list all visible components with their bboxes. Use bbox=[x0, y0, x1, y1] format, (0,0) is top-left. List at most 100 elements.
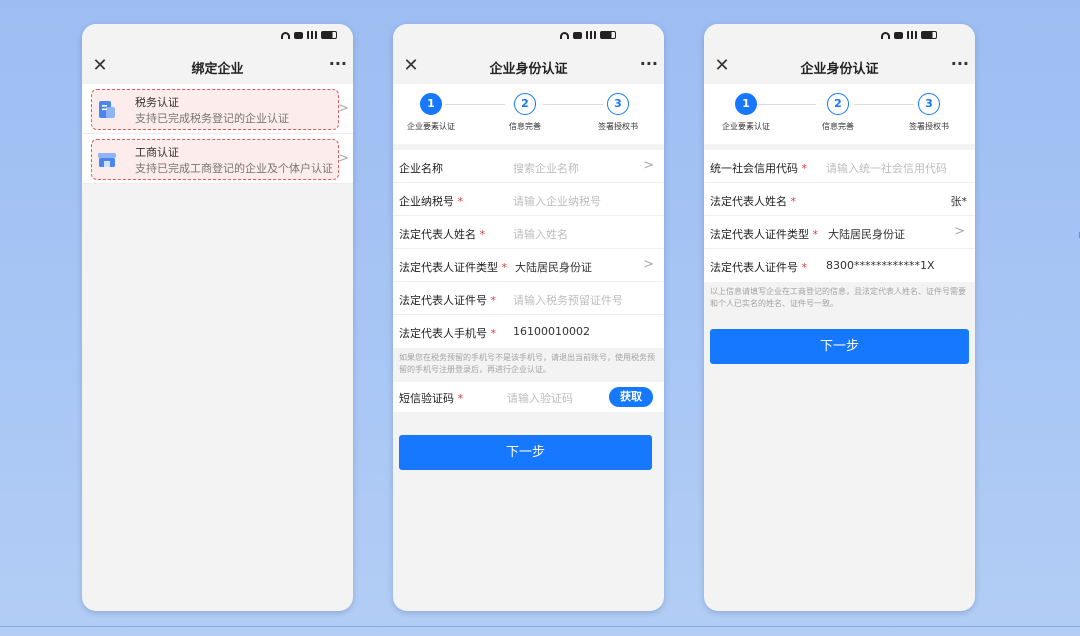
field-label: 统一社会信用代码 * bbox=[710, 162, 807, 175]
next-step-button[interactable]: 下一步 bbox=[399, 435, 652, 470]
list-item-business-auth[interactable]: 工商认证 支持已完成工商登记的企业及个体户认证 > bbox=[82, 134, 353, 184]
divider bbox=[0, 626, 1080, 627]
battery-icon bbox=[600, 31, 616, 39]
hd-icon bbox=[573, 31, 582, 39]
signal-icon bbox=[307, 31, 317, 39]
step-1: 1 企业要素认证 bbox=[401, 93, 461, 132]
field-enterprise-name[interactable]: 企业名称 搜索企业名称 > bbox=[393, 150, 664, 183]
step-3: 3 签署授权书 bbox=[899, 93, 959, 132]
phone-screen-identity-business: ✕ 企业身份认证 ··· 1 企业要素认证 2 信息完善 3 签署授权书 统一社… bbox=[704, 24, 975, 611]
close-icon[interactable]: ✕ bbox=[401, 54, 421, 78]
wifi-icon bbox=[560, 31, 569, 39]
chevron-right-icon: > bbox=[338, 151, 349, 166]
field-label: 法定代表人证件类型 * bbox=[710, 228, 818, 241]
legal-rep-name-input[interactable]: 请输入姓名 bbox=[513, 226, 568, 242]
step-label: 信息完善 bbox=[509, 122, 541, 131]
more-icon[interactable]: ··· bbox=[951, 54, 969, 74]
field-id-type[interactable]: 法定代表人证件类型 * 大陆居民身份证 > bbox=[704, 216, 975, 249]
item-title: 工商认证 bbox=[135, 146, 179, 159]
item-subtitle: 支持已完成税务登记的企业认证 bbox=[135, 112, 289, 125]
info-note: 以上信息请填写企业在工商登记的信息，且法定代表人姓名、证件号需要和个人已实名的姓… bbox=[704, 282, 975, 316]
step-number: 2 bbox=[514, 93, 536, 115]
field-label: 企业名称 bbox=[399, 162, 443, 175]
step-number: 1 bbox=[735, 93, 757, 115]
wifi-icon bbox=[881, 31, 890, 39]
field-label: 短信验证码 * bbox=[399, 392, 463, 405]
step-2: 2 信息完善 bbox=[808, 93, 868, 132]
id-type-select[interactable]: 大陆居民身份证 bbox=[828, 226, 905, 242]
id-number-input[interactable]: 请输入税务预留证件号 bbox=[513, 292, 623, 308]
step-number: 2 bbox=[827, 93, 849, 115]
step-label: 企业要素认证 bbox=[722, 122, 770, 131]
close-icon[interactable]: ✕ bbox=[90, 54, 110, 78]
nav-bar: ✕ 企业身份认证 ··· bbox=[393, 50, 664, 84]
field-legal-rep-name[interactable]: 法定代表人姓名 * 请输入姓名 bbox=[393, 216, 664, 249]
step-label: 企业要素认证 bbox=[407, 122, 455, 131]
step-1: 1 企业要素认证 bbox=[716, 93, 776, 132]
id-type-select[interactable]: 大陆居民身份证 bbox=[515, 259, 592, 275]
hd-icon bbox=[894, 31, 903, 39]
step-number: 3 bbox=[607, 93, 629, 115]
tax-number-input[interactable]: 请输入企业纳税号 bbox=[513, 193, 601, 209]
status-bar bbox=[704, 24, 975, 50]
legal-rep-name-value[interactable]: 张* bbox=[951, 193, 968, 209]
step-label: 信息完善 bbox=[822, 122, 854, 131]
get-code-button[interactable]: 获取 bbox=[609, 387, 653, 407]
field-phone[interactable]: 法定代表人手机号 * 16100010002 bbox=[393, 315, 664, 348]
phone-note: 如果您在税务预留的手机号不是该手机号，请退出当前账号，使用税务预留的手机号注册登… bbox=[393, 348, 664, 382]
phone-screen-identity-step1: ✕ 企业身份认证 ··· 1 企业要素认证 2 信息完善 3 签署授权书 企业名… bbox=[393, 24, 664, 611]
step-indicator: 1 企业要素认证 2 信息完善 3 签署授权书 bbox=[393, 84, 664, 144]
field-tax-number[interactable]: 企业纳税号 * 请输入企业纳税号 bbox=[393, 183, 664, 216]
more-icon[interactable]: ··· bbox=[640, 54, 658, 74]
step-number: 3 bbox=[918, 93, 940, 115]
battery-icon bbox=[321, 31, 337, 39]
field-credit-code[interactable]: 统一社会信用代码 * 请输入统一社会信用代码 bbox=[704, 150, 975, 183]
close-icon[interactable]: ✕ bbox=[712, 54, 732, 78]
field-legal-rep-name[interactable]: 法定代表人姓名 * 张* bbox=[704, 183, 975, 216]
enterprise-form: 统一社会信用代码 * 请输入统一社会信用代码 法定代表人姓名 * 张* 法定代表… bbox=[704, 150, 975, 282]
list-item-tax-auth[interactable]: 税务认证 支持已完成税务登记的企业认证 > bbox=[82, 84, 353, 134]
phone-screen-bind-enterprise: ✕ 绑定企业 ··· 税务认证 支持已完成税务登记的企业认证 > 工商认证 支持… bbox=[82, 24, 353, 611]
step-number: 1 bbox=[420, 93, 442, 115]
next-step-button[interactable]: 下一步 bbox=[710, 329, 969, 364]
step-label: 签署授权书 bbox=[598, 122, 638, 131]
field-label: 法定代表人姓名 * bbox=[399, 228, 485, 241]
tax-document-icon bbox=[99, 101, 115, 118]
chevron-right-icon: > bbox=[643, 257, 654, 272]
field-label: 法定代表人证件号 * bbox=[399, 294, 496, 307]
step-3: 3 签署授权书 bbox=[588, 93, 648, 132]
wifi-icon bbox=[281, 31, 290, 39]
field-id-number[interactable]: 法定代表人证件号 * 请输入税务预留证件号 bbox=[393, 282, 664, 315]
phone-input[interactable]: 16100010002 bbox=[513, 325, 590, 338]
field-id-number[interactable]: 法定代表人证件号 * 8300************1X bbox=[704, 249, 975, 282]
nav-bar: ✕ 绑定企业 ··· bbox=[82, 50, 353, 84]
chevron-right-icon: > bbox=[643, 158, 654, 173]
nav-bar: ✕ 企业身份认证 ··· bbox=[704, 50, 975, 84]
status-bar bbox=[82, 24, 353, 50]
more-icon[interactable]: ··· bbox=[329, 54, 347, 74]
business-store-icon bbox=[98, 153, 116, 167]
sms-code-input[interactable]: 请输入验证码 bbox=[507, 390, 573, 406]
status-bar bbox=[393, 24, 664, 50]
field-label: 企业纳税号 * bbox=[399, 195, 463, 208]
page-title: 企业身份认证 bbox=[800, 61, 879, 77]
signal-icon bbox=[586, 31, 596, 39]
page-title: 企业身份认证 bbox=[489, 61, 568, 77]
signal-icon bbox=[907, 31, 917, 39]
field-label: 法定代表人证件号 * bbox=[710, 261, 807, 274]
step-indicator: 1 企业要素认证 2 信息完善 3 签署授权书 bbox=[704, 84, 975, 144]
step-label: 签署授权书 bbox=[909, 122, 949, 131]
battery-icon bbox=[921, 31, 937, 39]
page-title: 绑定企业 bbox=[191, 61, 244, 77]
credit-code-input[interactable]: 请输入统一社会信用代码 bbox=[826, 160, 947, 176]
field-sms-code[interactable]: 短信验证码 * 请输入验证码 获取 bbox=[393, 382, 664, 412]
item-subtitle: 支持已完成工商登记的企业及个体户认证 bbox=[135, 162, 333, 175]
bind-method-list: 税务认证 支持已完成税务登记的企业认证 > 工商认证 支持已完成工商登记的企业及… bbox=[82, 84, 353, 184]
enterprise-name-input[interactable]: 搜索企业名称 bbox=[513, 160, 579, 176]
field-label: 法定代表人证件类型 * bbox=[399, 261, 507, 274]
step-2: 2 信息完善 bbox=[495, 93, 555, 132]
id-number-value[interactable]: 8300************1X bbox=[826, 259, 935, 272]
item-title: 税务认证 bbox=[135, 96, 179, 109]
hd-icon bbox=[294, 31, 303, 39]
field-id-type[interactable]: 法定代表人证件类型 * 大陆居民身份证 > bbox=[393, 249, 664, 282]
